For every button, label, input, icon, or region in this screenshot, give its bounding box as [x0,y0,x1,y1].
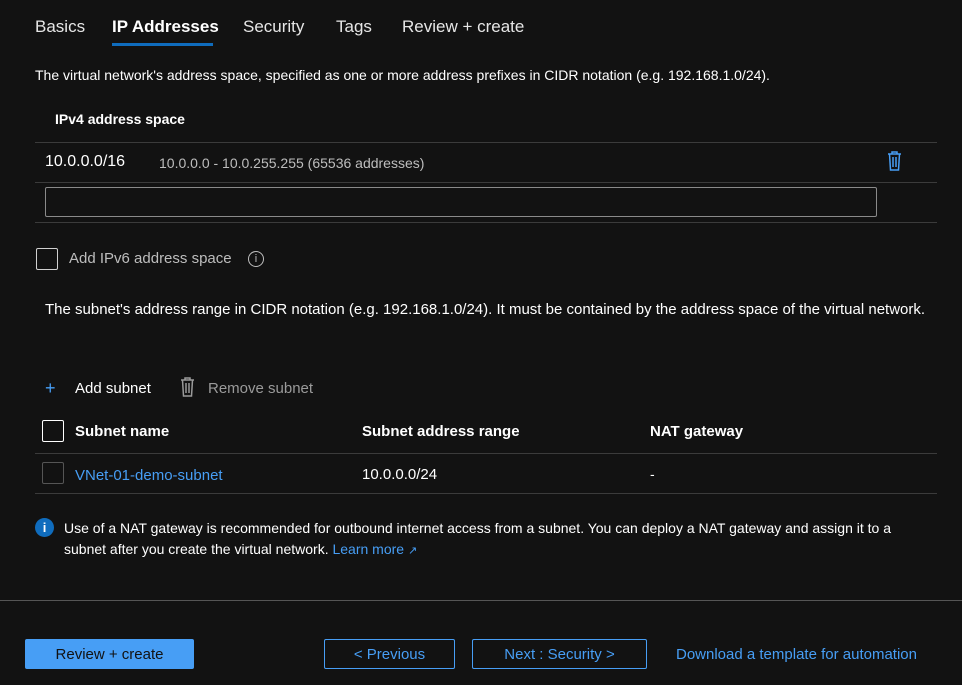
info-circle-icon: i [35,518,54,537]
tab-review-create[interactable]: Review + create [402,17,524,37]
info-text: Use of a NAT gateway is recommended for … [64,520,891,557]
subnet-name-link[interactable]: VNet-01-demo-subnet [75,467,223,484]
review-create-button[interactable]: Review + create [25,639,194,669]
subnet-range: 10.0.0.0/24 [362,466,438,483]
divider [35,182,937,183]
subnet-description: The subnet's address range in CIDR notat… [45,301,926,318]
divider [35,222,937,223]
ipv4-header: IPv4 address space [55,111,185,127]
delete-icon[interactable] [886,151,903,171]
info-icon[interactable]: i [248,251,264,267]
tab-tags[interactable]: Tags [336,17,372,37]
download-template-link[interactable]: Download a template for automation [676,639,946,669]
row-checkbox[interactable] [42,462,64,484]
add-subnet-button[interactable]: Add subnet [75,380,151,397]
divider [35,493,937,494]
column-nat-gateway: NAT gateway [650,423,744,440]
ipv6-label: Add IPv6 address space [69,250,232,267]
select-all-checkbox[interactable] [42,420,64,442]
footer-divider [0,600,962,601]
divider [35,142,937,143]
ipv4-range: 10.0.0.0 - 10.0.255.255 (65536 addresses… [159,155,425,171]
ipv4-address-input[interactable] [45,187,877,217]
trash-icon [179,377,196,400]
learn-more-link[interactable]: Learn more [332,541,404,557]
column-subnet-range: Subnet address range [362,423,520,440]
previous-button[interactable]: < Previous [324,639,455,669]
remove-subnet-button[interactable]: Remove subnet [208,380,313,397]
address-space-description: The virtual network's address space, spe… [35,67,770,83]
ipv4-prefix: 10.0.0.0/16 [45,153,126,170]
nat-info-message: Use of a NAT gateway is recommended for … [64,518,934,562]
ipv6-checkbox[interactable] [36,248,58,270]
tab-security[interactable]: Security [243,17,304,37]
active-tab-indicator [112,43,213,46]
next-security-button[interactable]: Next : Security > [472,639,647,669]
tab-ip-addresses[interactable]: IP Addresses [112,17,219,37]
nat-gateway-value: - [650,466,655,482]
tab-basics[interactable]: Basics [35,17,85,37]
divider [35,453,937,454]
external-link-icon: ↗ [407,545,418,557]
column-subnet-name: Subnet name [75,423,170,440]
plus-icon[interactable]: + [45,378,56,399]
